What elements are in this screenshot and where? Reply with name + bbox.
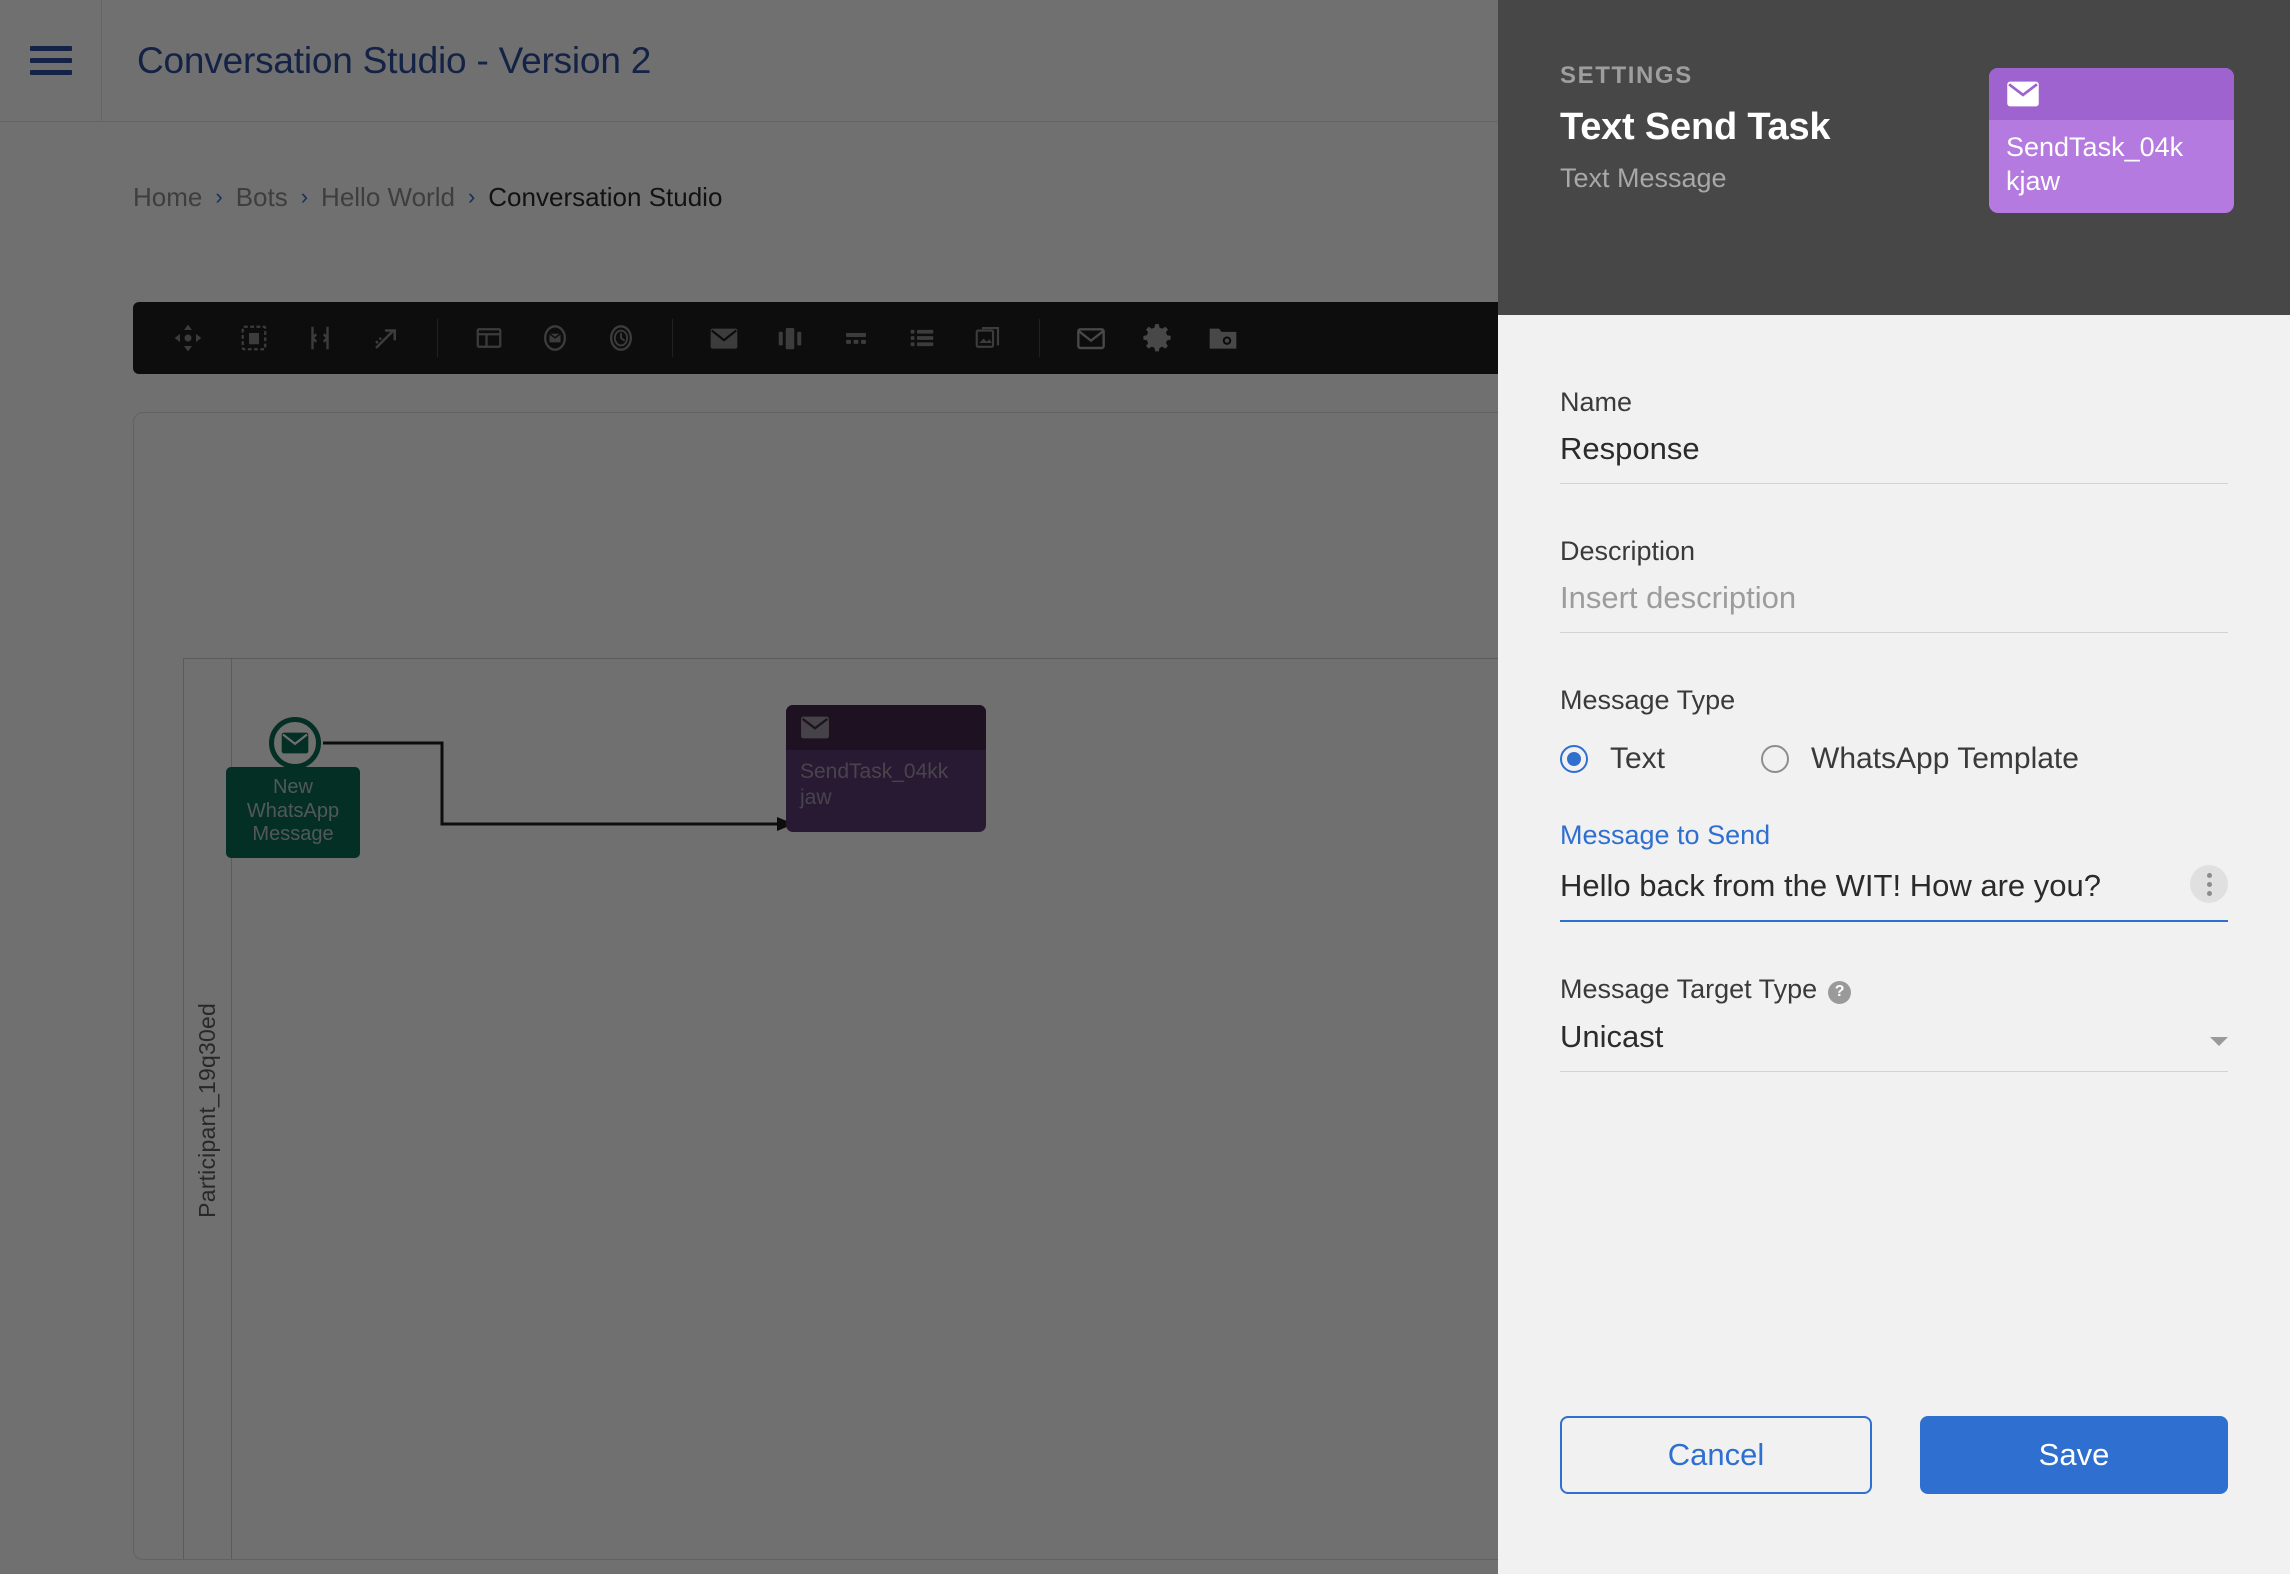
radio-option-text[interactable]: Text <box>1560 742 1665 776</box>
radio-selected-icon <box>1560 745 1588 774</box>
field-message-to-send: Message to Send Hello back from the WIT!… <box>1560 820 2228 923</box>
radio-option-text-label: Text <box>1610 742 1666 776</box>
help-icon[interactable]: ? <box>1828 980 1852 1004</box>
selected-node-chip: SendTask_04k kjaw <box>1989 68 2234 213</box>
selected-node-chip-label: SendTask_04k kjaw <box>2006 132 2184 196</box>
message-to-send-input[interactable]: Hello back from the WIT! How are you? <box>1560 868 2101 903</box>
field-name: Name Response <box>1560 387 2228 485</box>
radio-option-whatsapp-template[interactable]: WhatsApp Template <box>1761 742 2079 776</box>
settings-form: Name Response Description Insert descrip… <box>1498 315 2290 1416</box>
name-input[interactable]: Response <box>1560 431 1700 466</box>
modal-overlay[interactable] <box>0 0 1498 1574</box>
field-message-type: Message Type Text WhatsApp Template <box>1560 685 2228 776</box>
more-options-icon[interactable] <box>2190 865 2228 904</box>
message-type-radio-group: Text WhatsApp Template <box>1560 742 2228 776</box>
cancel-button[interactable]: Cancel <box>1560 1416 1872 1494</box>
envelope-icon <box>2007 81 2039 107</box>
message-target-type-value: Unicast <box>1560 1018 1664 1054</box>
description-input-row[interactable]: Insert description <box>1560 580 2228 634</box>
description-field-label: Description <box>1560 536 1696 567</box>
message-to-send-input-row[interactable]: Hello back from the WIT! How are you? <box>1560 865 2228 923</box>
message-target-type-label: Message Target Type? <box>1560 974 2228 1006</box>
selected-node-chip-header <box>1989 68 2234 120</box>
message-type-label: Message Type <box>1560 685 1736 716</box>
message-target-type-select[interactable]: Unicast <box>1560 1018 2228 1072</box>
field-description: Description Insert description <box>1560 536 2228 634</box>
settings-drawer-header: SETTINGS Text Send Task Text Message Sen… <box>1498 0 2290 315</box>
description-input[interactable]: Insert description <box>1560 580 1796 615</box>
radio-unselected-icon <box>1761 745 1790 774</box>
radio-option-whatsapp-template-label: WhatsApp Template <box>1811 742 2079 776</box>
message-to-send-label: Message to Send <box>1560 820 1771 851</box>
settings-footer: Cancel Save <box>1498 1416 2290 1574</box>
name-field-label: Name <box>1560 387 1633 417</box>
chevron-down-icon[interactable] <box>2210 1036 2228 1046</box>
save-button[interactable]: Save <box>1920 1416 2228 1494</box>
name-input-row[interactable]: Response <box>1560 431 2228 485</box>
settings-drawer: SETTINGS Text Send Task Text Message Sen… <box>1498 0 2290 1574</box>
message-target-type-label-text: Message Target Type <box>1560 974 1818 1005</box>
field-message-target-type: Message Target Type? Unicast <box>1560 974 2228 1072</box>
